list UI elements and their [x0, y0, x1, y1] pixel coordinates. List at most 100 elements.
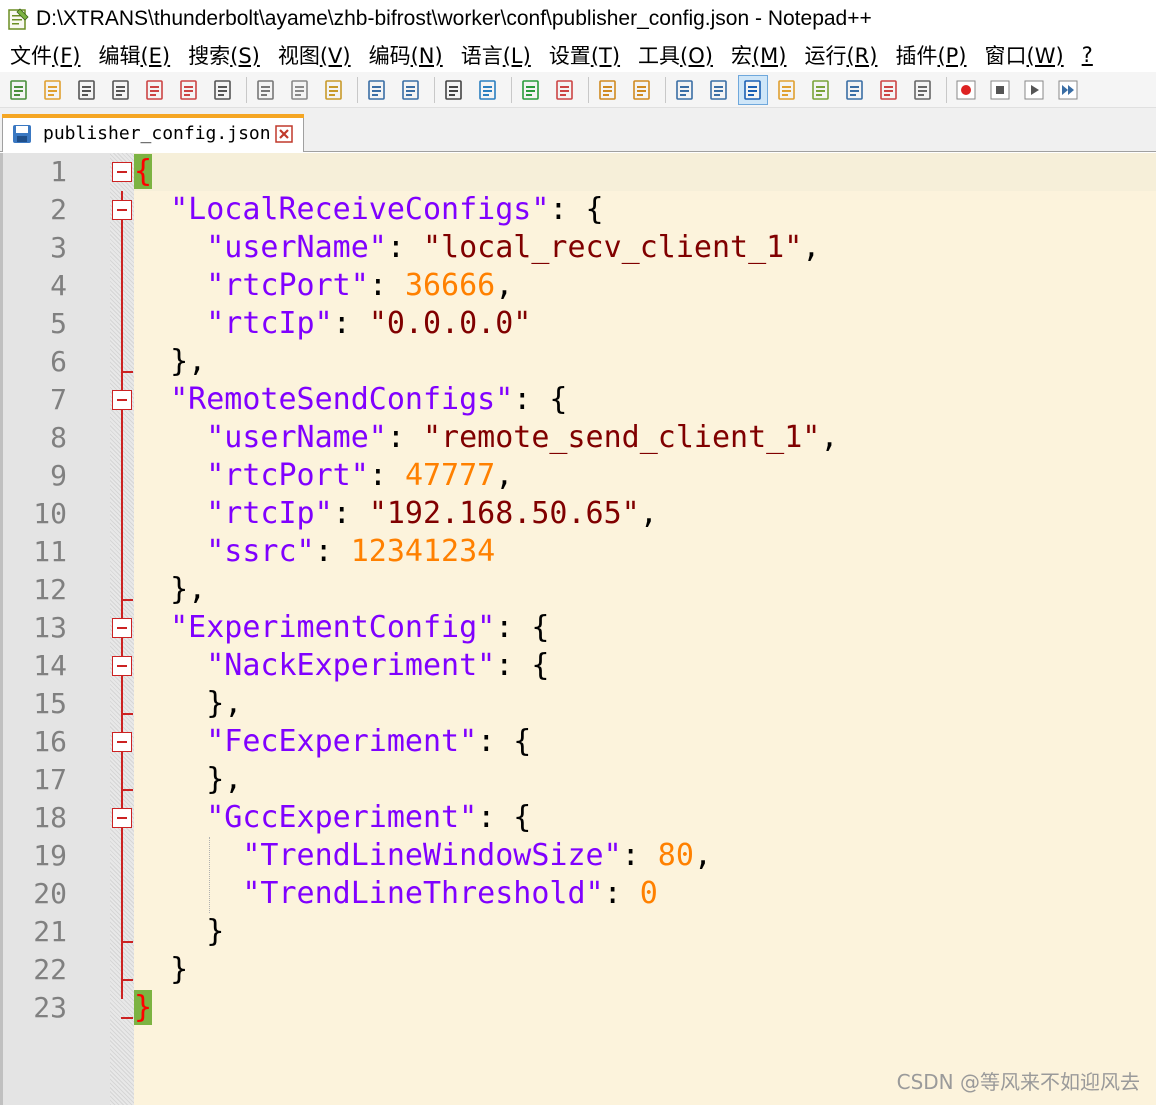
menu-label: 运行 — [804, 44, 847, 68]
function-list-icon — [846, 79, 863, 100]
menu-label: 插件 — [895, 44, 938, 68]
folder-workspace-button[interactable] — [874, 75, 904, 105]
menu-item-0[interactable]: 文件(F) — [0, 40, 88, 70]
menu-item-10[interactable]: 插件(P) — [885, 40, 974, 70]
menu-item-12[interactable]: ? — [1072, 43, 1101, 67]
title-bar: D:\XTRANS\thunderbolt\ayame\zhb-bifrost\… — [0, 0, 1156, 38]
undo-button[interactable] — [362, 75, 392, 105]
monitoring-button[interactable] — [908, 75, 938, 105]
toolbar — [0, 72, 1156, 108]
code-area[interactable]: { "LocalReceiveConfigs": { "userName": "… — [134, 153, 1156, 1105]
json-key: "rtcIp" — [206, 496, 333, 531]
menu-item-11[interactable]: 窗口(W) — [975, 40, 1072, 70]
replace-button[interactable] — [473, 75, 503, 105]
menu-label: 文件 — [10, 44, 52, 68]
fold-toggle-icon[interactable] — [112, 732, 132, 752]
doc-map-button[interactable] — [806, 75, 836, 105]
find-button[interactable] — [439, 75, 469, 105]
menu-item-1[interactable]: 编辑(E) — [88, 40, 178, 70]
play-macro-button[interactable] — [1019, 75, 1049, 105]
new-file-button[interactable] — [4, 75, 34, 105]
tab-publisher-config[interactable]: publisher_config.json — [2, 114, 304, 152]
line-number: 14 — [33, 649, 67, 682]
toolbar-separator — [511, 76, 512, 103]
user-lang-button[interactable] — [772, 75, 802, 105]
close-all-icon — [180, 79, 197, 100]
code-line: "TrendLineThreshold": 0 — [134, 875, 657, 913]
folder-workspace-icon — [880, 79, 897, 100]
close-all-button[interactable] — [174, 75, 204, 105]
fold-toggle-icon[interactable] — [112, 200, 132, 220]
menu-item-5[interactable]: 语言(L) — [451, 40, 539, 70]
save-button[interactable] — [72, 75, 102, 105]
json-punctuation: }, — [134, 344, 207, 379]
json-punctuation — [134, 458, 206, 493]
json-punctuation: : — [386, 230, 423, 265]
line-number: 15 — [33, 687, 67, 720]
fold-toggle-icon[interactable] — [112, 656, 132, 676]
copy-button[interactable] — [285, 75, 315, 105]
code-line: "TrendLineWindowSize": 80, — [134, 837, 712, 875]
menu-item-4[interactable]: 编码(N) — [359, 40, 451, 70]
new-file-icon — [10, 79, 27, 100]
editor[interactable]: 1 2 3 4 5 6 7 8 9 10 11 12 13 14 15 16 17 18 19 20 21 22 23 { … — [0, 153, 1156, 1105]
toolbar-separator — [946, 76, 947, 103]
fold-toggle-icon[interactable] — [112, 618, 132, 638]
monitoring-icon — [914, 79, 931, 100]
json-string: "local_recv_client_1" — [423, 230, 803, 265]
menu-item-8[interactable]: 宏(M) — [721, 40, 795, 70]
zoom-out-button[interactable] — [550, 75, 580, 105]
toolbar-separator — [357, 76, 358, 103]
json-punctuation: : — [621, 838, 658, 873]
record-macro-button[interactable] — [951, 75, 981, 105]
line-number: 2 — [50, 193, 67, 226]
code-line: }, — [134, 571, 206, 609]
line-number: 22 — [33, 953, 67, 986]
menu-item-2[interactable]: 搜索(S) — [178, 40, 268, 70]
stop-macro-button[interactable] — [985, 75, 1015, 105]
function-list-button[interactable] — [840, 75, 870, 105]
menu-item-6[interactable]: 设置(T) — [539, 40, 628, 70]
code-line: { — [134, 153, 153, 191]
fold-end-marker — [121, 1017, 133, 1019]
sync-vertical-button[interactable] — [593, 75, 623, 105]
menu-label: 宏 — [730, 44, 752, 68]
save-all-icon — [112, 79, 129, 100]
json-string: "0.0.0.0" — [368, 306, 532, 341]
paste-button[interactable] — [319, 75, 349, 105]
show-all-chars-button[interactable] — [704, 75, 734, 105]
print-button[interactable] — [208, 75, 238, 105]
code-line: "NackExperiment": { — [134, 647, 549, 685]
menu-item-9[interactable]: 运行(R) — [794, 40, 885, 70]
menu-item-3[interactable]: 视图(V) — [268, 40, 359, 70]
doc-map-icon — [812, 79, 829, 100]
fold-toggle-icon[interactable] — [112, 390, 132, 410]
json-key: "TrendLineThreshold" — [242, 876, 604, 911]
json-punctuation: }, — [134, 762, 243, 797]
zoom-in-button[interactable] — [516, 75, 546, 105]
cut-button[interactable] — [251, 75, 281, 105]
fold-toggle-icon[interactable] — [112, 808, 132, 828]
toolbar-separator — [434, 76, 435, 103]
menu-item-7[interactable]: 工具(O) — [628, 40, 721, 70]
close-button[interactable] — [140, 75, 170, 105]
word-wrap-button[interactable] — [670, 75, 700, 105]
json-key: "ExperimentConfig" — [170, 610, 496, 645]
open-file-button[interactable] — [38, 75, 68, 105]
line-number: 4 — [50, 269, 67, 302]
run-macro-multiple-button[interactable] — [1053, 75, 1083, 105]
fold-toggle-icon[interactable] — [112, 162, 132, 182]
indent-guide-button[interactable] — [738, 74, 768, 105]
notepad-plus-plus-icon — [8, 8, 29, 30]
menu-accelerator: (N) — [410, 44, 443, 68]
close-tab-icon[interactable] — [274, 124, 293, 143]
redo-button[interactable] — [396, 75, 426, 105]
sync-horizontal-button[interactable] — [627, 75, 657, 105]
save-all-button[interactable] — [106, 75, 136, 105]
line-number: 12 — [33, 573, 67, 606]
tab-label: publisher_config.json — [43, 123, 271, 144]
menu-label: 视图 — [277, 44, 320, 68]
toolbar-separator — [665, 76, 666, 103]
json-key: "ssrc" — [206, 534, 315, 569]
json-key: "rtcPort" — [206, 268, 369, 303]
